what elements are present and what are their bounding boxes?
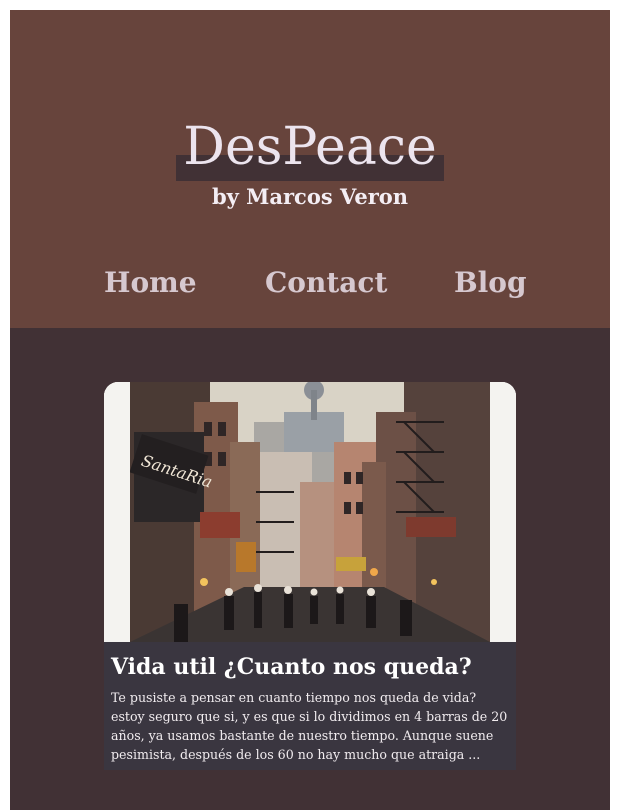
nav-item-blog[interactable]: Blog <box>454 258 527 308</box>
street-photo-image: SantaRia <box>104 382 516 642</box>
post-excerpt: Te pusiste a pensar en cuanto tiempo nos… <box>111 690 508 762</box>
nav-item-contact[interactable]: Contact <box>265 258 387 308</box>
post-card[interactable]: SantaRia Vida util ¿Cuanto nos queda? Te… <box>104 382 516 770</box>
post-card-body: Vida util ¿Cuanto nos queda? Te pusiste … <box>104 642 516 770</box>
post-title[interactable]: Vida util ¿Cuanto nos queda? <box>111 652 508 682</box>
nav-item-home[interactable]: Home <box>104 258 197 308</box>
brand: DesPeace by Marcos Veron <box>10 112 610 222</box>
post-image[interactable]: SantaRia <box>104 382 516 642</box>
site-byline: by Marcos Veron <box>211 184 409 209</box>
main-nav: Home Contact Blog <box>10 258 610 308</box>
site-header: DesPeace by Marcos Veron Home Contact Bl… <box>10 10 610 328</box>
site-title[interactable]: DesPeace <box>10 112 610 182</box>
page-frame: DesPeace by Marcos Veron Home Contact Bl… <box>10 10 610 810</box>
